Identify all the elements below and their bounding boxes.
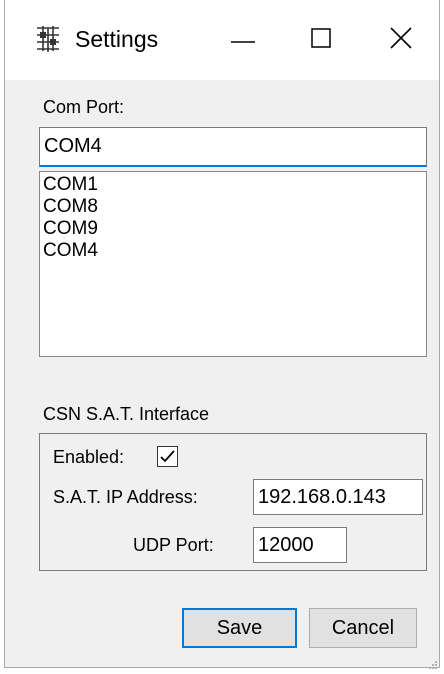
sat-interface-group-label: CSN S.A.T. Interface (43, 404, 210, 424)
com-port-list[interactable]: COM1 COM8 COM9 COM4 (39, 171, 427, 357)
sat-ip-address-label: S.A.T. IP Address: (53, 487, 198, 507)
settings-window: Settings Com Port: COM1 COM8 COM9 COM4 C… (4, 0, 440, 669)
com-port-combo-input[interactable] (39, 127, 427, 167)
com-port-option[interactable]: COM1 (43, 174, 426, 196)
network-grid-icon (33, 24, 63, 54)
maximize-icon (311, 27, 331, 53)
close-icon (390, 26, 412, 54)
close-button[interactable] (371, 18, 431, 62)
minimize-button[interactable] (213, 18, 273, 62)
udp-port-field[interactable] (253, 527, 347, 563)
com-port-option[interactable]: COM4 (43, 240, 426, 262)
enabled-checkbox[interactable] (157, 446, 178, 467)
window-title: Settings (75, 26, 159, 52)
com-port-option[interactable]: COM8 (43, 196, 426, 218)
sat-ip-address-field[interactable] (253, 479, 423, 515)
udp-port-label: UDP Port: (133, 535, 214, 555)
title-bar[interactable]: Settings (5, 0, 439, 80)
resize-grip-icon[interactable] (429, 656, 437, 669)
checkmark-icon (158, 450, 177, 470)
cancel-button[interactable]: Cancel (309, 608, 417, 648)
com-port-option[interactable]: COM9 (43, 218, 426, 240)
save-button[interactable]: Save (182, 608, 297, 648)
enabled-label: Enabled: (53, 447, 125, 467)
com-port-label: Com Port: (43, 97, 125, 117)
minimize-icon (231, 31, 255, 49)
maximize-button[interactable] (291, 18, 351, 62)
